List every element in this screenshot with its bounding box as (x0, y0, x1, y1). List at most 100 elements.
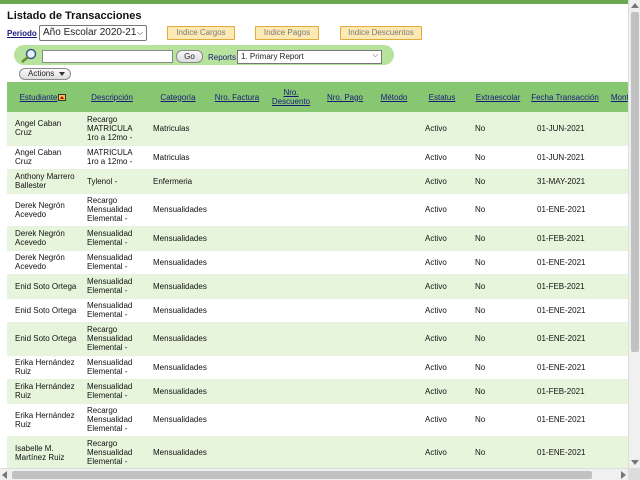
cell-estatus: Activo (417, 322, 467, 356)
actions-button[interactable]: Actions (19, 68, 71, 80)
cell-categoria: Mensualidades (145, 403, 211, 437)
cell-categoria: Mensualidades (145, 226, 211, 251)
cell-nro-descuento (263, 355, 319, 380)
cell-descripcion: Mensualidad Elemental - (79, 226, 145, 251)
col-fecha-transaccion[interactable]: Fecha Transacción (529, 82, 601, 112)
cell-metodo (371, 145, 417, 170)
cell-fecha: 01-ENE-2021 (529, 322, 601, 356)
cell-estudiante: Derek Negrón Acevedo (7, 193, 79, 227)
col-monto-cargo[interactable]: Monto Cargo (601, 82, 628, 112)
table-row[interactable]: Angel Caban Cruz Recargo MATRICULA 1ro a … (7, 112, 628, 146)
cell-nro-pago (319, 226, 371, 251)
cell-estatus: Activo (417, 112, 467, 146)
cell-nro-factura (211, 193, 263, 227)
cell-nro-pago (319, 403, 371, 437)
cell-estudiante: Erika Hernández Ruiz (7, 379, 79, 404)
cell-monto: $2( (601, 436, 628, 468)
cell-estudiante: Erika Hernández Ruiz (7, 403, 79, 437)
cell-nro-pago (319, 250, 371, 275)
cell-fecha: 01-FEB-2021 (529, 274, 601, 299)
col-descripcion[interactable]: Descripción (79, 82, 145, 112)
table-row[interactable]: Erika Hernández Ruiz Mensualidad Elementa… (7, 355, 628, 380)
caret-down-icon (59, 72, 65, 76)
table-row[interactable]: Derek Negrón Acevedo Recargo Mensualidad … (7, 193, 628, 227)
cell-nro-pago (319, 355, 371, 380)
col-metodo[interactable]: Método (371, 82, 417, 112)
cell-extraescolar: No (467, 403, 529, 437)
cell-nro-factura (211, 274, 263, 299)
col-extraescolar[interactable]: Extraescolar (467, 82, 529, 112)
cell-extraescolar: No (467, 355, 529, 380)
table-row[interactable]: Derek Negrón Acevedo Mensualidad Elementa… (7, 226, 628, 251)
scroll-down-icon[interactable] (631, 460, 639, 465)
indice-pagos-button[interactable]: Indice Pagos (255, 26, 319, 40)
go-button[interactable]: Go (176, 50, 203, 63)
cell-metodo (371, 403, 417, 437)
cell-descripcion: Recargo Mensualidad Elemental - (79, 322, 145, 356)
cell-nro-factura (211, 298, 263, 323)
cell-categoria: Matriculas (145, 145, 211, 170)
col-categoria[interactable]: Categoría (145, 82, 211, 112)
table-row[interactable]: Enid Soto Ortega Mensualidad Elemental -M… (7, 274, 628, 299)
cell-estudiante: Enid Soto Ortega (7, 274, 79, 299)
scroll-right-icon[interactable] (621, 471, 626, 479)
cell-descripcion: Tylenol - (79, 169, 145, 194)
cell-monto: $250 (601, 226, 628, 251)
cell-metodo (371, 169, 417, 194)
search-icon[interactable] (20, 48, 38, 64)
cell-descripcion: Recargo MATRICULA 1ro a 12mo - (79, 112, 145, 146)
cell-nro-pago (319, 145, 371, 170)
table-row[interactable]: Erika Hernández Ruiz Mensualidad Elementa… (7, 379, 628, 404)
cell-descripcion: Mensualidad Elemental - (79, 379, 145, 404)
table-row[interactable]: Angel Caban Cruz MATRICULA 1ro a 12mo - Ma… (7, 145, 628, 170)
period-value: Año Escolar 2020-21 (43, 27, 137, 38)
col-estatus[interactable]: Estatus (417, 82, 467, 112)
scroll-up-icon[interactable] (631, 3, 639, 8)
cell-metodo (371, 193, 417, 227)
period-select[interactable]: Año Escolar 2020-21 ⌵ (39, 25, 147, 41)
table-row[interactable]: Isabelle M. Martínez Ruiz Recargo Mensual… (7, 436, 628, 468)
col-nro-pago[interactable]: Nro. Pago (319, 82, 371, 112)
cell-nro-factura (211, 355, 263, 380)
col-nro-descuento[interactable]: Nro. Descuento (263, 82, 319, 112)
chevron-down-icon: ⌵ (372, 52, 378, 59)
reports-select[interactable]: 1. Primary Report ⌵ (237, 50, 382, 64)
table-row[interactable]: Enid Soto Ortega Mensualidad Elemental -M… (7, 298, 628, 323)
cell-categoria: Mensualidades (145, 379, 211, 404)
horizontal-scrollbar[interactable] (0, 468, 628, 480)
cell-estudiante: Isabelle M. Martínez Ruiz (7, 436, 79, 468)
cell-nro-descuento (263, 250, 319, 275)
cell-estatus: Activo (417, 145, 467, 170)
scrollbar-corner (628, 468, 640, 480)
cell-nro-descuento (263, 169, 319, 194)
scroll-left-icon[interactable] (2, 471, 7, 479)
vertical-scrollbar[interactable] (628, 0, 640, 468)
search-input[interactable] (42, 50, 173, 63)
cell-estatus: Activo (417, 169, 467, 194)
cell-monto: $700 (601, 145, 628, 170)
col-nro-factura[interactable]: Nro. Factura (211, 82, 263, 112)
scroll-thumb-horizontal[interactable] (12, 471, 592, 479)
cell-categoria: Mensualidades (145, 355, 211, 380)
cell-extraescolar: No (467, 250, 529, 275)
scroll-thumb[interactable] (631, 12, 639, 352)
table-row[interactable]: Enid Soto Ortega Recargo Mensualidad Elem… (7, 322, 628, 356)
indice-cargos-button[interactable]: Indice Cargos (167, 26, 235, 40)
cell-nro-descuento (263, 226, 319, 251)
cell-nro-pago (319, 322, 371, 356)
col-estudiante[interactable]: Estudiante (7, 82, 79, 112)
period-label[interactable]: Periodo (7, 29, 37, 38)
table-row[interactable]: Derek Negrón Acevedo Mensualidad Elementa… (7, 250, 628, 275)
cell-monto: $250 (601, 298, 628, 323)
cell-nro-factura (211, 379, 263, 404)
reports-label: Reports (208, 53, 237, 62)
table-row[interactable]: Erika Hernández Ruiz Recargo Mensualidad … (7, 403, 628, 437)
cell-fecha: 01-ENE-2021 (529, 355, 601, 380)
table-row[interactable]: Anthony Marrero Ballester Tylenol - Enferm… (7, 169, 628, 194)
cell-estatus: Activo (417, 298, 467, 323)
cell-descripcion: Recargo Mensualidad Elemental - (79, 193, 145, 227)
cell-nro-descuento (263, 193, 319, 227)
cell-nro-pago (319, 379, 371, 404)
indice-descuentos-button[interactable]: Indice Descuentos (340, 26, 422, 40)
top-green-line (0, 0, 628, 4)
